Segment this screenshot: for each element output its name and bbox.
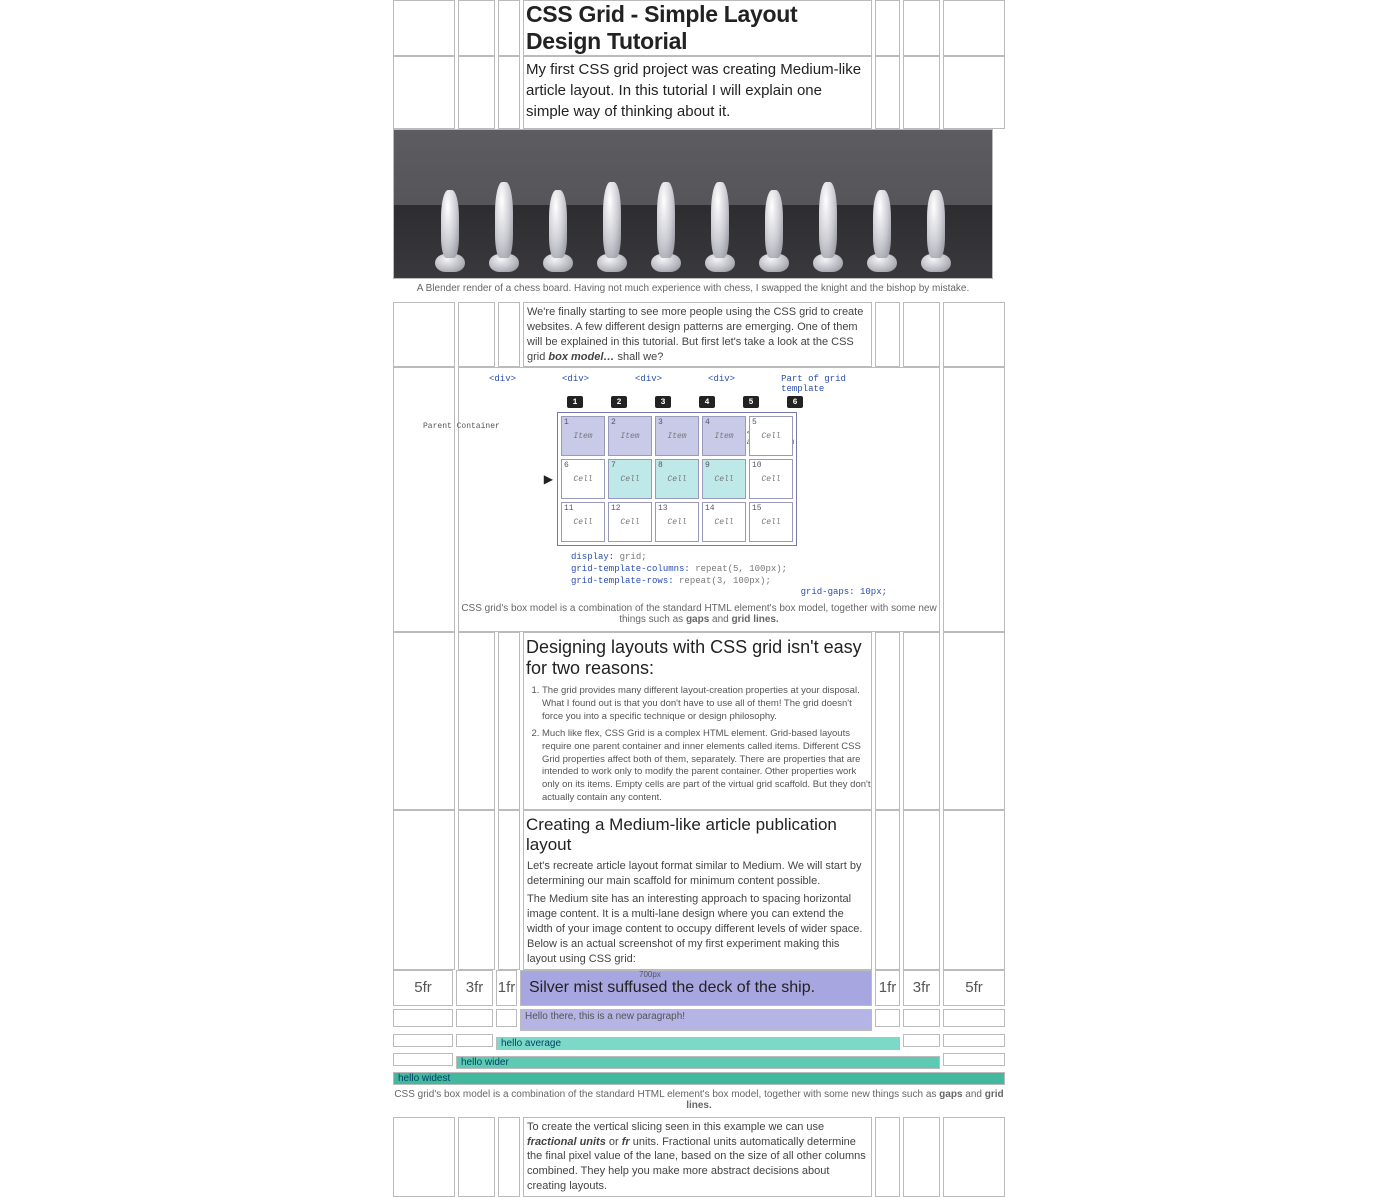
- page-subtitle: My first CSS grid project was creating M…: [523, 56, 872, 129]
- fractional-lanes-figure: 5fr 3fr 1fr 700pxSilver mist suffused th…: [393, 970, 1005, 1117]
- hero-image: [393, 129, 993, 279]
- box-model-caption: CSS grid's box model is a combination of…: [459, 599, 939, 631]
- section-medium-layout: Creating a Medium-like article publicati…: [523, 810, 872, 970]
- box-model-diagram: <div><div><div><div> Part of grid templa…: [458, 367, 940, 632]
- page-title: CSS Grid - Simple Layout Design Tutorial: [523, 0, 872, 56]
- lanes-caption: CSS grid's box model is a combination of…: [393, 1085, 1005, 1117]
- intro-paragraph: We're finally starting to see more peopl…: [523, 302, 872, 367]
- section-reasons: Designing layouts with CSS grid isn't ea…: [523, 632, 872, 809]
- final-paragraph: To create the vertical slicing seen in t…: [523, 1117, 872, 1197]
- hero-caption: A Blender render of a chess board. Havin…: [393, 279, 993, 302]
